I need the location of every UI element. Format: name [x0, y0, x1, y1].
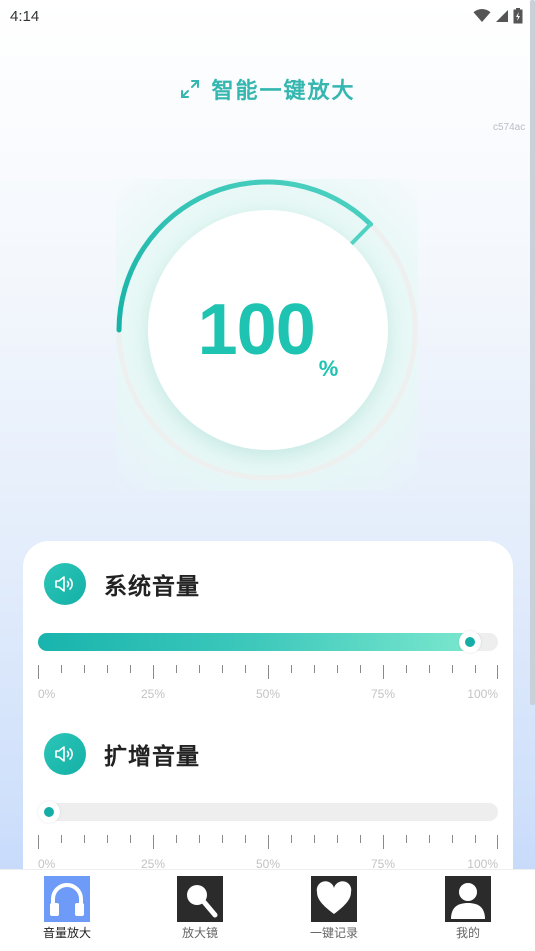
- expand-arrows-icon: [181, 80, 200, 98]
- user-icon: [445, 876, 491, 922]
- slider-tick: [314, 835, 315, 843]
- slider-tick: [245, 665, 246, 673]
- slider-tick: [337, 835, 338, 843]
- slider-thumb[interactable]: [459, 631, 482, 653]
- slider-tick: [429, 835, 430, 843]
- tick-label: 100%: [467, 687, 498, 701]
- boost-volume-slider[interactable]: [38, 801, 498, 823]
- tab-magnifier[interactable]: 放大镜: [155, 876, 245, 946]
- gauge-value: 100: [197, 290, 316, 370]
- slider-tick: [245, 835, 246, 843]
- slider-tick: [199, 665, 200, 673]
- battery-icon: [513, 8, 523, 24]
- section-header: 扩增音量: [44, 733, 200, 775]
- tab-label: 我的: [455, 926, 480, 940]
- section-title: 扩增音量: [104, 744, 200, 770]
- tick-label: 50%: [255, 687, 281, 701]
- header: 智能一键放大: [0, 72, 535, 106]
- tab-volume-boost[interactable]: 音量放大: [22, 876, 112, 946]
- slider-tick: [38, 835, 39, 849]
- slider-tick: [84, 835, 85, 843]
- gauge-unit: %: [318, 356, 339, 381]
- slider-tick: [429, 665, 430, 673]
- corner-code: c574ac: [493, 122, 526, 133]
- slider-tick: [337, 665, 338, 673]
- slider-tick: [153, 665, 154, 679]
- slider-tick: [475, 835, 476, 843]
- slider-tick: [107, 835, 108, 843]
- slider-tick: [406, 665, 407, 673]
- slider-tick: [406, 835, 407, 843]
- gauge-center: 100 %: [148, 210, 388, 450]
- tick-label: 25%: [140, 687, 166, 701]
- slider-tick: [176, 665, 177, 673]
- slider-tick: [360, 835, 361, 843]
- slider-tick: [497, 665, 498, 679]
- speaker-icon: [44, 733, 86, 775]
- slider-tick: [107, 665, 108, 673]
- magnifier-icon: [177, 876, 223, 922]
- slider-tick: [268, 665, 269, 679]
- slider-tick: [84, 665, 85, 673]
- slider-tick: [199, 835, 200, 843]
- section-title: 系统音量: [104, 574, 200, 600]
- slider-tick: [130, 665, 131, 673]
- gauge-needle: [347, 222, 373, 248]
- slider-tick: [222, 835, 223, 843]
- page-title: 智能一键放大: [211, 79, 356, 104]
- slider-tick-labels: 0% 25% 50% 75% 100%: [38, 687, 498, 703]
- volume-gauge: 100 %: [112, 175, 422, 495]
- wifi-icon: [473, 9, 491, 22]
- section-header: 系统音量: [44, 563, 200, 605]
- status-time: 4:14: [10, 7, 40, 25]
- slider-tick: [452, 665, 453, 673]
- status-bar: 4:14: [0, 0, 535, 32]
- slider-tick: [475, 665, 476, 673]
- slider-ticks: [38, 665, 498, 685]
- slider-thumb[interactable]: [38, 801, 60, 823]
- tab-profile[interactable]: 我的: [423, 876, 513, 946]
- slider-fill: [38, 633, 482, 651]
- slider-tick: [61, 665, 62, 673]
- slider-tick: [38, 665, 39, 679]
- system-volume-slider[interactable]: [38, 631, 498, 653]
- headphones-icon: [44, 876, 90, 922]
- slider-tick: [314, 665, 315, 673]
- tab-quick-record[interactable]: 一键记录: [289, 876, 379, 946]
- status-icons: [473, 8, 523, 24]
- slider-tick: [383, 835, 384, 849]
- slider-tick: [452, 835, 453, 843]
- tick-label: 0%: [38, 687, 56, 701]
- bottom-tab-bar: 音量放大 放大镜 一键记录 我的: [0, 869, 535, 951]
- slider-tick: [130, 835, 131, 843]
- tab-label: 一键记录: [309, 926, 358, 940]
- slider-tick: [291, 665, 292, 673]
- cellular-signal-icon: [496, 10, 508, 22]
- speaker-icon: [44, 563, 86, 605]
- tab-label: 放大镜: [181, 926, 218, 940]
- slider-tick: [383, 665, 384, 679]
- tick-label: 75%: [370, 687, 396, 701]
- slider-tick: [61, 835, 62, 843]
- slider-ticks: [38, 835, 498, 855]
- tab-label: 音量放大: [42, 926, 91, 940]
- slider-tick: [268, 835, 269, 849]
- slider-tick: [222, 665, 223, 673]
- slider-tick: [360, 665, 361, 673]
- slider-tick: [497, 835, 498, 849]
- slider-tick: [176, 835, 177, 843]
- slider-tick: [291, 835, 292, 843]
- heart-icon: [311, 876, 357, 922]
- slider-tick: [153, 835, 154, 849]
